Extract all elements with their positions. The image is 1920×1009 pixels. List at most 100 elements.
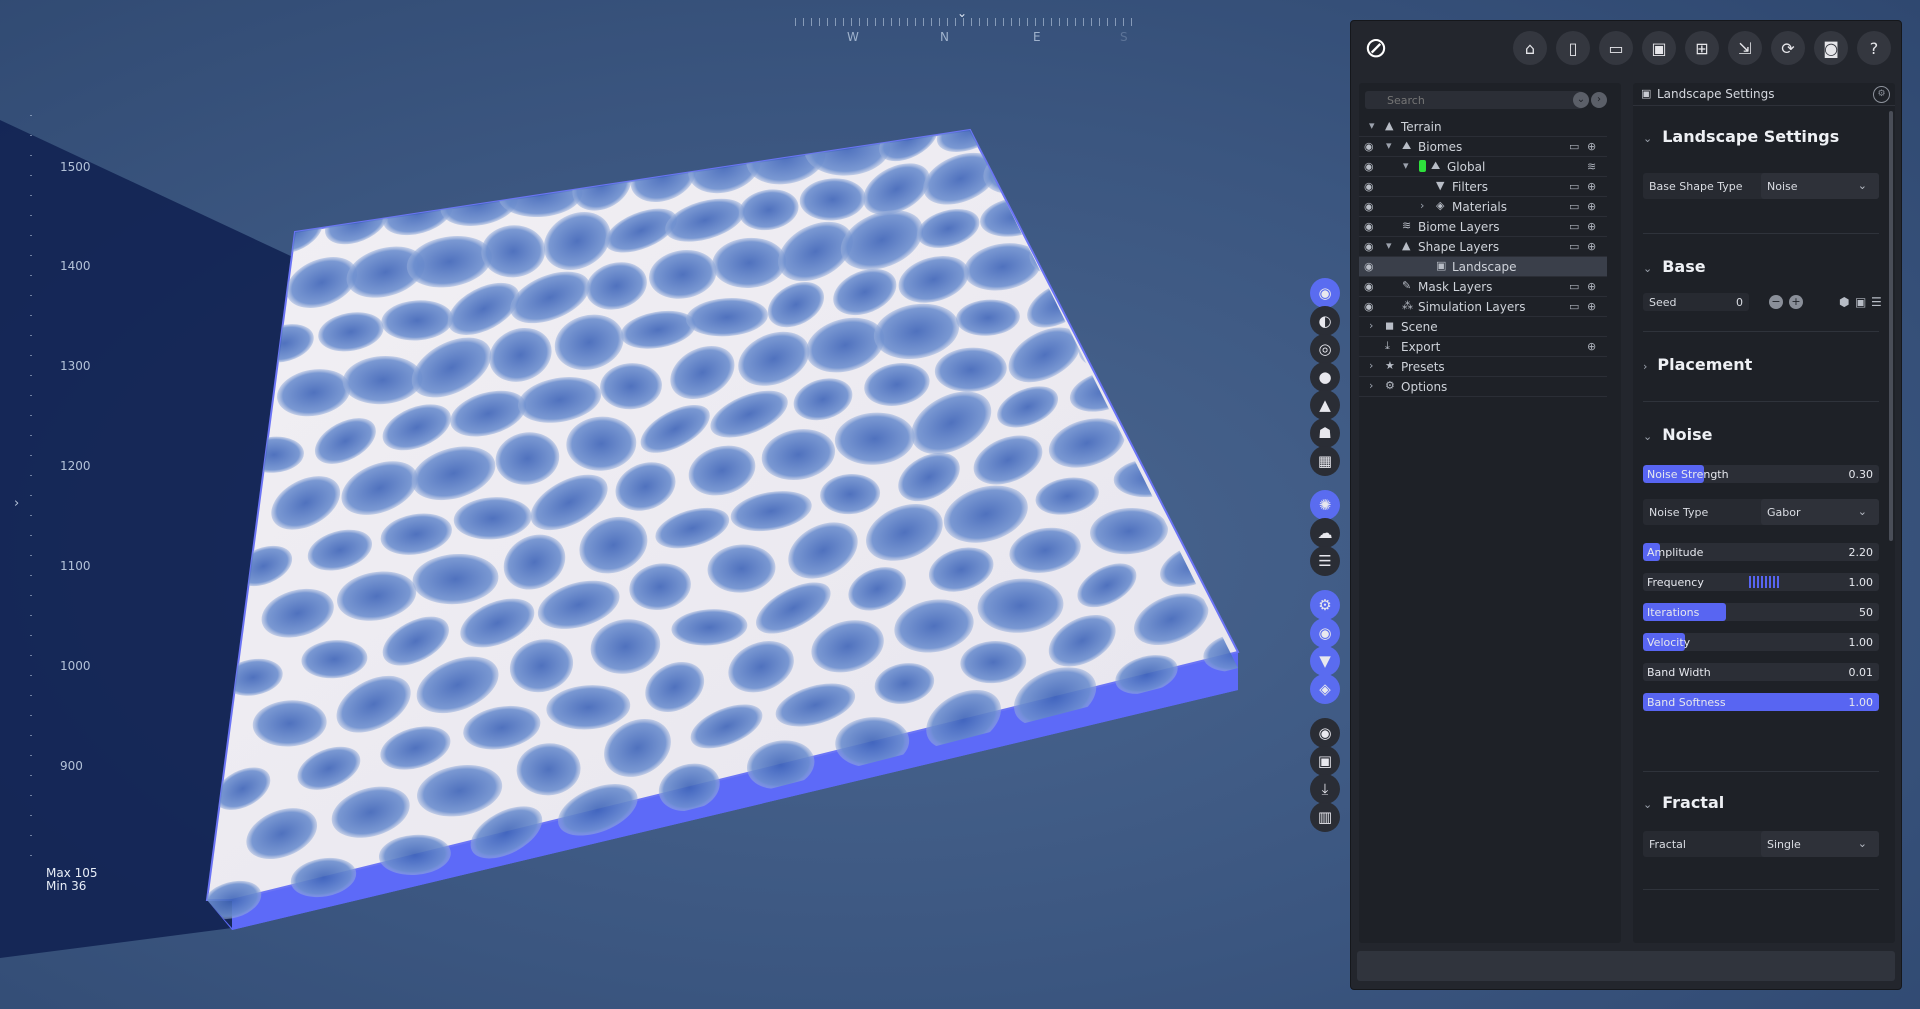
add-icon[interactable]: ⊕ <box>1587 280 1596 293</box>
folder-icon[interactable]: ▭ <box>1569 140 1579 153</box>
visibility-eye-icon[interactable]: ◉ <box>1364 160 1374 173</box>
iterations-slider[interactable]: Iterations 50 <box>1643 603 1879 621</box>
globe-icon[interactable]: ◐ <box>1310 306 1340 336</box>
visibility-eye-icon[interactable]: ◉ <box>1364 180 1374 193</box>
folder-icon[interactable]: ▭ <box>1569 180 1579 193</box>
folder-icon[interactable]: ▭ <box>1569 240 1579 253</box>
section-noise[interactable]: ⌄ Noise <box>1643 425 1712 444</box>
visibility-eye-icon[interactable]: ◉ <box>1364 260 1374 273</box>
tree-item-simulation-layers[interactable]: ◉ ⁂ Simulation Layers ▭ ⊕ <box>1359 297 1607 317</box>
chevron-right-icon[interactable]: › <box>1369 359 1373 372</box>
tree-item-terrain[interactable]: ▾ ▲ Terrain <box>1359 117 1607 137</box>
chevron-down-icon[interactable]: ▾ <box>1386 239 1392 252</box>
folder-icon[interactable]: ▭ <box>1569 300 1579 313</box>
chevron-down-icon[interactable]: ▾ <box>1369 119 1375 132</box>
home-icon[interactable]: ⌂ <box>1513 31 1547 65</box>
noise-strength-slider[interactable]: Noise Strength 0.30 <box>1643 465 1879 483</box>
fog-icon[interactable]: ☰ <box>1310 546 1340 576</box>
seed-increment-button[interactable]: + <box>1789 295 1803 309</box>
sun-icon[interactable]: ✺ <box>1310 490 1340 520</box>
tree-item-shape-layers[interactable]: ◉ ▾ ▲ Shape Layers ▭ ⊕ <box>1359 237 1607 257</box>
visibility-eye-icon[interactable]: ◉ <box>1364 220 1374 233</box>
refresh-icon[interactable]: ⟳ <box>1771 31 1805 65</box>
slider-handle[interactable] <box>1749 576 1781 588</box>
save-seed-icon[interactable]: ▣ <box>1855 295 1866 309</box>
section-placement[interactable]: › Placement <box>1643 355 1752 374</box>
record-icon[interactable]: ◉ <box>1310 718 1340 748</box>
amplitude-slider[interactable]: Amplitude 2.20 <box>1643 543 1879 561</box>
add-icon[interactable]: ≋ <box>1587 160 1596 173</box>
tree-item-biomes[interactable]: ◉ ▾ ⛰ Biomes ▭ ⊕ <box>1359 137 1607 157</box>
base-shape-type-select[interactable]: Noise ⌄ <box>1761 173 1879 199</box>
biome-color-swatch[interactable] <box>1419 160 1426 172</box>
tree-item-landscape[interactable]: ◉ ▣ Landscape <box>1359 257 1607 277</box>
seed-decrement-button[interactable]: − <box>1769 295 1783 309</box>
fractal-select[interactable]: Single ⌄ <box>1761 831 1879 857</box>
tree-item-scene[interactable]: › ◼ Scene <box>1359 317 1607 337</box>
grid-icon[interactable]: ▦ <box>1310 446 1340 476</box>
tree-item-options[interactable]: › ⚙ Options <box>1359 377 1607 397</box>
app-logo-icon[interactable]: ⊘ <box>1359 31 1393 65</box>
add-icon[interactable]: ⊕ <box>1587 180 1596 193</box>
chevron-down-icon[interactable]: ▾ <box>1403 159 1409 172</box>
tree-item-presets[interactable]: › ★ Presets <box>1359 357 1607 377</box>
add-icon[interactable]: ⊕ <box>1587 300 1596 313</box>
section-fractal[interactable]: ⌄ Fractal <box>1643 793 1724 812</box>
tree-item-filters[interactable]: ◉ ▼ Filters ▭ ⊕ <box>1359 177 1607 197</box>
frequency-slider[interactable]: Frequency 1.00 <box>1643 573 1879 591</box>
cloud-icon[interactable]: ☁ <box>1310 518 1340 548</box>
tree-item-biome-layers[interactable]: ◉ ≋ Biome Layers ▭ ⊕ <box>1359 217 1607 237</box>
add-icon[interactable]: ⊕ <box>1587 240 1596 253</box>
help-icon[interactable]: ? <box>1857 31 1891 65</box>
save-icon[interactable]: ▣ <box>1642 31 1676 65</box>
export-file-icon[interactable]: ⇲ <box>1728 31 1762 65</box>
add-icon[interactable]: ⊕ <box>1587 200 1596 213</box>
band-softness-slider[interactable]: Band Softness 1.00 <box>1643 693 1879 711</box>
new-file-icon[interactable]: ▯ <box>1556 31 1590 65</box>
search-input[interactable] <box>1365 91 1583 109</box>
save-as-icon[interactable]: ⊞ <box>1685 31 1719 65</box>
visibility-eye-icon[interactable]: ◉ <box>1364 300 1374 313</box>
eye-icon[interactable]: ◉ <box>1310 618 1340 648</box>
seed-input[interactable]: Seed 0 <box>1643 293 1749 311</box>
settings-gear-icon[interactable]: ⚙ <box>1873 86 1890 103</box>
layers-icon[interactable]: ◈ <box>1310 674 1340 704</box>
visibility-eye-icon[interactable]: ◉ <box>1364 200 1374 213</box>
randomize-seed-icon[interactable]: ⬢ <box>1839 295 1849 309</box>
add-icon[interactable]: ⊕ <box>1587 340 1596 353</box>
chart-icon[interactable]: ▥ <box>1310 802 1340 832</box>
collapse-all-button[interactable]: ⌄ <box>1573 92 1589 108</box>
band-width-slider[interactable]: Band Width 0.01 <box>1643 663 1879 681</box>
image-icon[interactable]: ▣ <box>1310 746 1340 776</box>
tree-item-materials[interactable]: ◉ › ◈ Materials ▭ ⊕ <box>1359 197 1607 217</box>
download-icon[interactable]: ⤓ <box>1310 774 1340 804</box>
tree-item-global[interactable]: ◉ ▾ ⛰ Global ≋ <box>1359 157 1607 177</box>
chevron-right-icon[interactable]: › <box>1369 319 1373 332</box>
chevron-right-icon[interactable]: › <box>14 496 19 511</box>
open-folder-icon[interactable]: ▭ <box>1599 31 1633 65</box>
gears-icon[interactable]: ⚙ <box>1310 590 1340 620</box>
section-landscape-settings[interactable]: ⌄ Landscape Settings <box>1643 127 1839 146</box>
mask-icon[interactable]: ☗ <box>1310 418 1340 448</box>
visibility-eye-icon[interactable]: ◉ <box>1364 280 1374 293</box>
camera-icon[interactable]: ◙ <box>1814 31 1848 65</box>
visibility-eye-icon[interactable]: ◉ <box>1364 240 1374 253</box>
folder-icon[interactable]: ▭ <box>1569 200 1579 213</box>
chevron-right-icon[interactable]: › <box>1369 379 1373 392</box>
chevron-down-icon[interactable]: ▾ <box>1386 139 1392 152</box>
mountain-icon[interactable]: ▲ <box>1310 390 1340 420</box>
tree-item-mask-layers[interactable]: ◉ ✎ Mask Layers ▭ ⊕ <box>1359 277 1607 297</box>
folder-icon[interactable]: ▭ <box>1569 280 1579 293</box>
landscape-icon[interactable]: ◉ <box>1310 278 1340 308</box>
chevron-right-icon[interactable]: › <box>1420 199 1424 212</box>
compass[interactable]: ⌄ W N E S <box>795 6 1135 46</box>
noise-type-select[interactable]: Gabor ⌄ <box>1761 499 1879 525</box>
folder-icon[interactable]: ▭ <box>1569 220 1579 233</box>
water-drop-icon[interactable]: ● <box>1310 362 1340 392</box>
velocity-slider[interactable]: Velocity 1.00 <box>1643 633 1879 651</box>
visibility-eye-icon[interactable]: ◉ <box>1364 140 1374 153</box>
seed-list-icon[interactable]: ☰ <box>1871 295 1882 309</box>
tree-item-export[interactable]: ⤓ Export ⊕ <box>1359 337 1607 357</box>
properties-scrollbar[interactable] <box>1889 111 1893 541</box>
add-icon[interactable]: ⊕ <box>1587 140 1596 153</box>
